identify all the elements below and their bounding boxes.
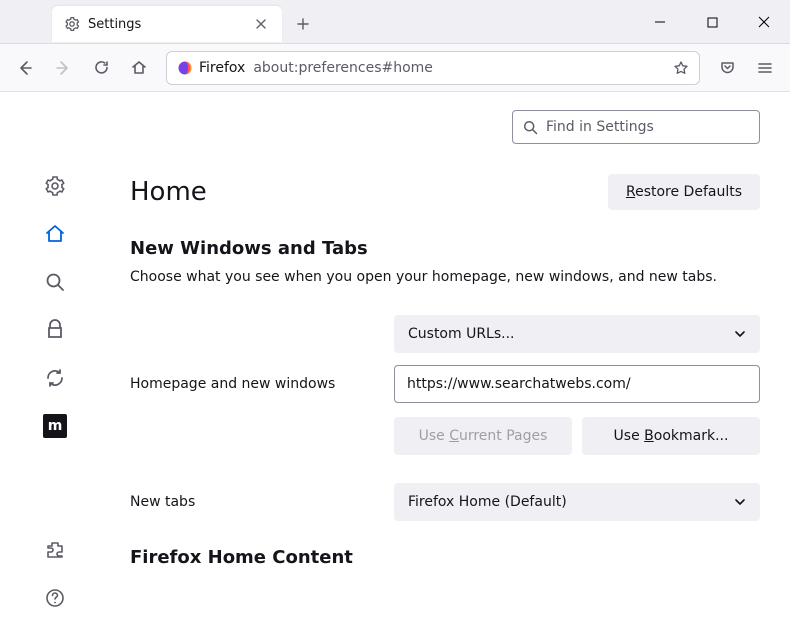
newtabs-dropdown[interactable]: Firefox Home (Default) [394, 483, 760, 521]
minimize-button[interactable] [634, 0, 686, 44]
toolbar: Firefox about:preferences#home [0, 44, 790, 92]
use-current-pages-button[interactable]: Use Current Pages [394, 417, 572, 455]
bookmark-star-icon[interactable] [673, 60, 689, 76]
search-input[interactable]: Find in Settings [512, 110, 760, 144]
sidebar-item-more[interactable]: m [39, 410, 71, 442]
window-controls [634, 0, 790, 44]
page-title: Home [130, 177, 207, 207]
section-heading-windows-tabs: New Windows and Tabs [130, 238, 760, 259]
content: m Find in Settings Home Restore Defaults… [0, 92, 790, 644]
tab-strip: Settings [0, 0, 318, 42]
firefox-icon [177, 60, 193, 76]
search-icon [523, 120, 538, 135]
chevron-down-icon [734, 496, 746, 508]
section-description: Choose what you see when you open your h… [130, 269, 760, 285]
close-window-button[interactable] [738, 0, 790, 44]
identity-label: Firefox [199, 60, 245, 76]
forward-button[interactable] [46, 51, 80, 85]
sidebar-item-search[interactable] [39, 266, 71, 298]
newtabs-label: New tabs [130, 494, 394, 510]
m-icon: m [43, 414, 67, 438]
homepage-label: Homepage and new windows [130, 376, 394, 392]
app-menu-button[interactable] [748, 51, 782, 85]
dropdown-value: Custom URLs... [408, 326, 515, 342]
sidebar-item-general[interactable] [39, 170, 71, 202]
main-panel: Find in Settings Home Restore Defaults N… [110, 92, 790, 644]
chevron-down-icon [734, 328, 746, 340]
homepage-mode-dropdown[interactable]: Custom URLs... [394, 315, 760, 353]
homepage-url-input[interactable] [394, 365, 760, 403]
sidebar-item-home[interactable] [39, 218, 71, 250]
sidebar-item-extensions[interactable] [39, 534, 71, 566]
section-heading-home-content: Firefox Home Content [130, 547, 760, 568]
search-placeholder: Find in Settings [546, 119, 654, 135]
sidebar-item-sync[interactable] [39, 362, 71, 394]
sidebar-item-help[interactable] [39, 582, 71, 614]
pocket-button[interactable] [710, 51, 744, 85]
tab-settings[interactable]: Settings [52, 6, 282, 42]
new-tab-button[interactable] [288, 9, 318, 39]
maximize-button[interactable] [686, 0, 738, 44]
close-icon[interactable] [252, 15, 270, 33]
dropdown-value: Firefox Home (Default) [408, 494, 567, 510]
sidebar: m [0, 92, 110, 644]
gear-icon [64, 16, 80, 32]
home-button[interactable] [122, 51, 156, 85]
url-bar[interactable]: Firefox about:preferences#home [166, 51, 700, 85]
sidebar-item-privacy[interactable] [39, 314, 71, 346]
use-bookmark-button[interactable]: Use Bookmark... [582, 417, 760, 455]
titlebar: Settings [0, 0, 790, 44]
back-button[interactable] [8, 51, 42, 85]
url-text: about:preferences#home [253, 60, 665, 76]
tab-title: Settings [88, 17, 244, 32]
restore-defaults-button[interactable]: Restore Defaults [608, 174, 760, 210]
identity-box[interactable]: Firefox [177, 60, 245, 76]
reload-button[interactable] [84, 51, 118, 85]
